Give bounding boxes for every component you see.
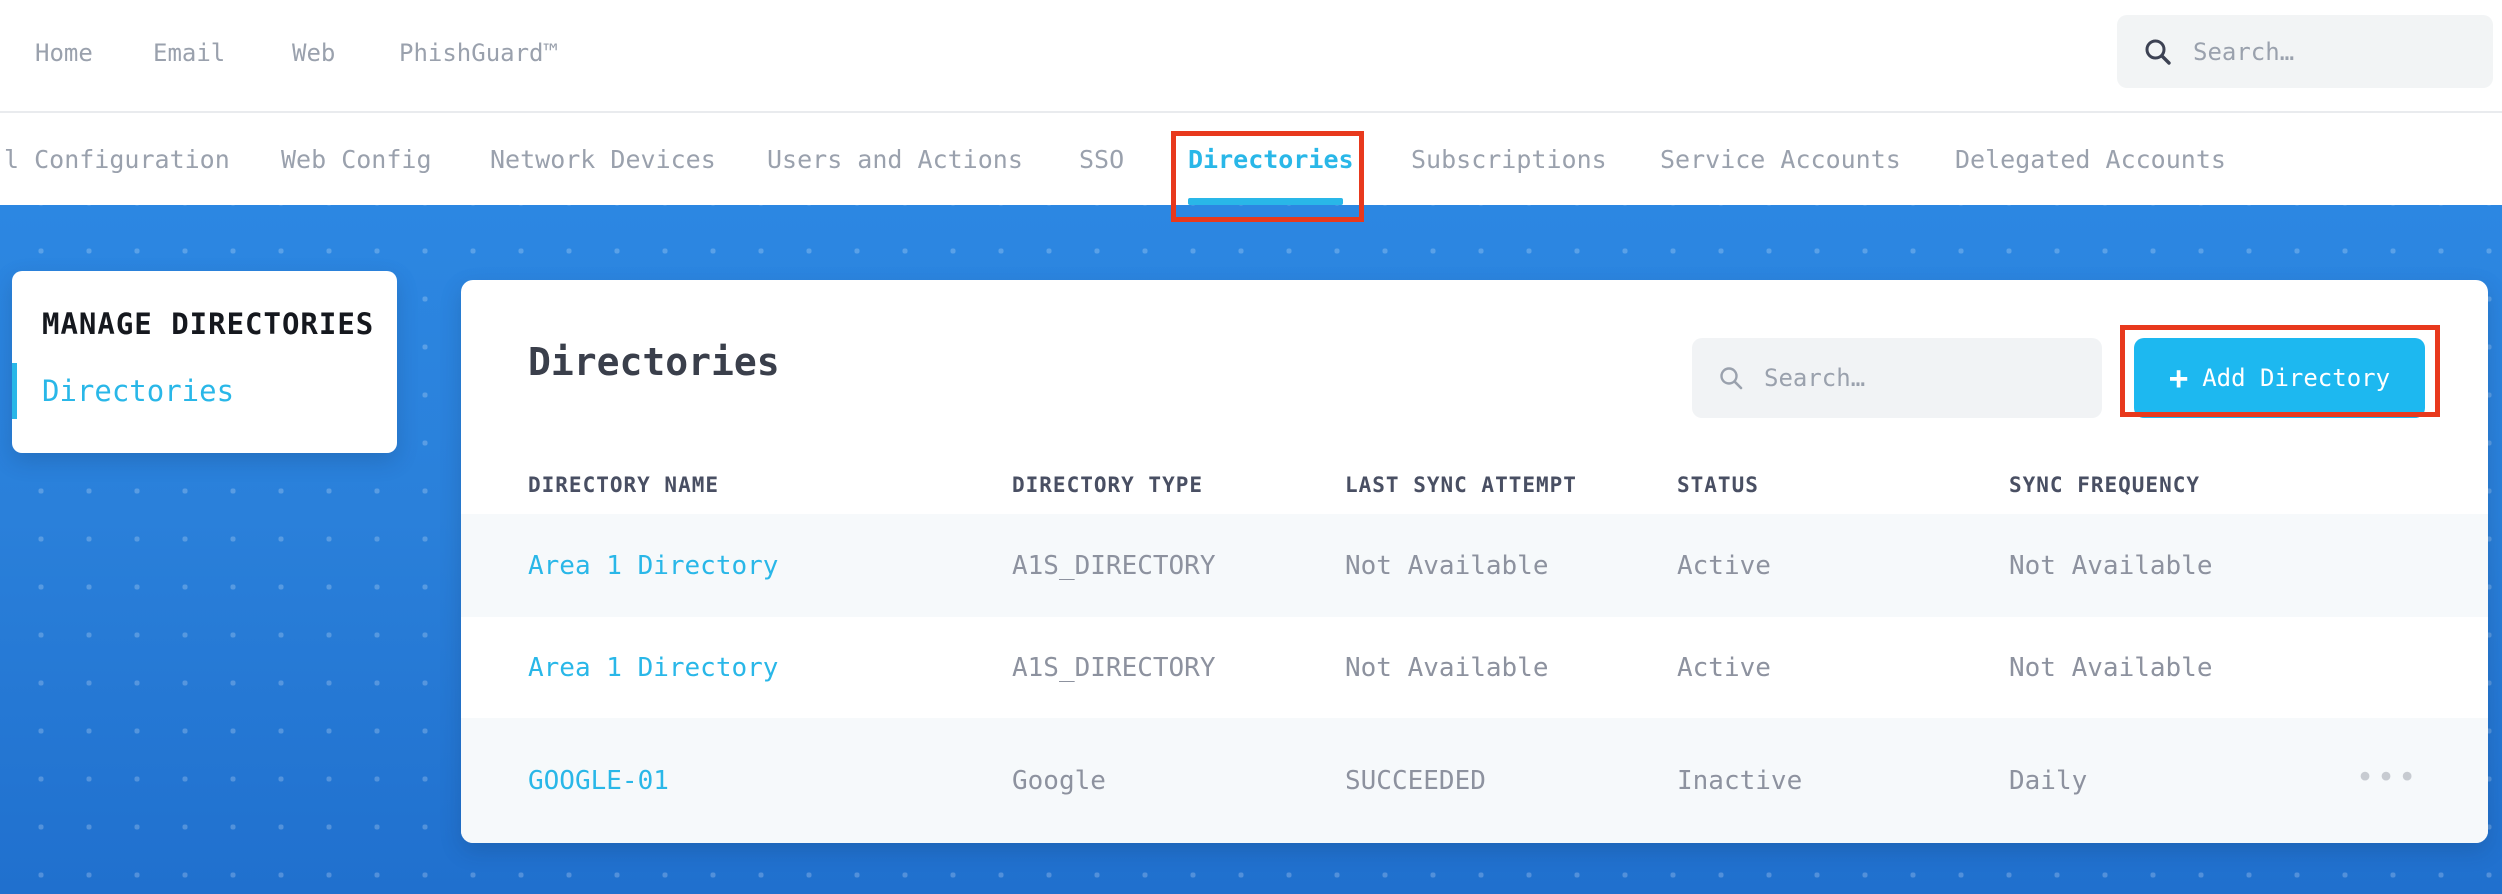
sidebar-item-label: Directories xyxy=(42,374,235,408)
top-nav-home[interactable]: Home xyxy=(35,39,93,67)
sidebar-title: MANAGE DIRECTORIES xyxy=(42,307,375,341)
table-row: Area 1 Directory A1S_DIRECTORY Not Avail… xyxy=(461,514,2488,617)
tab-network-devices[interactable]: Network Devices xyxy=(490,145,716,174)
top-nav-web[interactable]: Web xyxy=(292,39,335,67)
search-icon xyxy=(1720,367,1743,390)
column-status: STATUS xyxy=(1677,472,1759,497)
last-sync-cell: Not Available xyxy=(1345,652,1549,683)
last-sync-cell: Not Available xyxy=(1345,550,1549,581)
sync-frequency-cell: Not Available xyxy=(2009,550,2213,581)
plus-icon: + xyxy=(2168,359,2189,397)
active-tab-underline xyxy=(1188,198,1343,205)
sync-frequency-cell: Not Available xyxy=(2009,652,2213,683)
column-directory-name: DIRECTORY NAME xyxy=(528,472,720,497)
column-last-sync-attempt: LAST SYNC ATTEMPT xyxy=(1345,472,1577,497)
tab-directories[interactable]: Directories xyxy=(1188,145,1354,174)
add-directory-button[interactable]: + Add Directory xyxy=(2134,338,2425,418)
tab-delegated-accounts[interactable]: Delegated Accounts xyxy=(1955,145,2226,174)
add-directory-label: Add Directory xyxy=(2202,364,2391,392)
tab-users-and-actions[interactable]: Users and Actions xyxy=(767,145,1023,174)
status-cell: Active xyxy=(1677,550,1771,581)
status-cell: Active xyxy=(1677,652,1771,683)
directories-search-input[interactable]: Search… xyxy=(1692,338,2102,418)
directory-name-link[interactable]: Area 1 Directory xyxy=(528,653,1012,683)
search-icon xyxy=(2145,39,2171,65)
secondary-nav-bar: l Configuration Web Config Network Devic… xyxy=(0,115,2502,205)
tab-subscriptions[interactable]: Subscriptions xyxy=(1411,145,1607,174)
directories-search-placeholder: Search… xyxy=(1764,364,1866,392)
tab-sso[interactable]: SSO xyxy=(1079,145,1124,174)
directory-type-cell: Google xyxy=(1012,765,1106,796)
global-search-input[interactable]: Search… xyxy=(2117,15,2493,88)
directory-name-link[interactable]: Area 1 Directory xyxy=(528,551,1012,581)
tab-service-accounts[interactable]: Service Accounts xyxy=(1660,145,1901,174)
directory-type-cell: A1S_DIRECTORY xyxy=(1012,652,1216,683)
content-area: MANAGE DIRECTORIES Directories Directori… xyxy=(0,205,2502,894)
directory-name-link[interactable]: GOOGLE-01 xyxy=(528,766,1012,796)
top-nav-phishguard[interactable]: PhishGuard™ xyxy=(399,39,558,67)
manage-directories-card: MANAGE DIRECTORIES Directories xyxy=(12,271,397,453)
tab-email-configuration[interactable]: l Configuration xyxy=(4,145,230,174)
table-row: Area 1 Directory A1S_DIRECTORY Not Avail… xyxy=(461,617,2488,718)
directory-type-cell: A1S_DIRECTORY xyxy=(1012,550,1216,581)
column-sync-frequency: SYNC FREQUENCY xyxy=(2009,472,2201,497)
sidebar-item-directories[interactable]: Directories xyxy=(12,361,397,421)
tab-web-config[interactable]: Web Config xyxy=(281,145,432,174)
status-cell: Inactive xyxy=(1677,765,1803,796)
table-row: GOOGLE-01 Google SUCCEEDED Inactive Dail… xyxy=(461,718,2488,843)
last-sync-cell: SUCCEEDED xyxy=(1345,765,1486,796)
directories-panel: Directories Search… + Add Directory DIRE… xyxy=(461,280,2488,843)
ellipsis-menu-icon[interactable]: ••• xyxy=(2356,763,2419,793)
directories-table: DIRECTORY NAME DIRECTORY TYPE LAST SYNC … xyxy=(461,455,2488,843)
column-directory-type: DIRECTORY TYPE xyxy=(1012,472,1204,497)
panel-title: Directories xyxy=(528,340,780,384)
app-window: Home Email Web PhishGuard™ Search… l Con… xyxy=(0,0,2502,894)
top-nav-email[interactable]: Email xyxy=(153,39,225,67)
table-header-row: DIRECTORY NAME DIRECTORY TYPE LAST SYNC … xyxy=(461,455,2488,514)
active-item-bar xyxy=(12,363,17,419)
top-nav-bar: Home Email Web PhishGuard™ Search… xyxy=(0,0,2502,113)
global-search-placeholder: Search… xyxy=(2193,37,2295,66)
